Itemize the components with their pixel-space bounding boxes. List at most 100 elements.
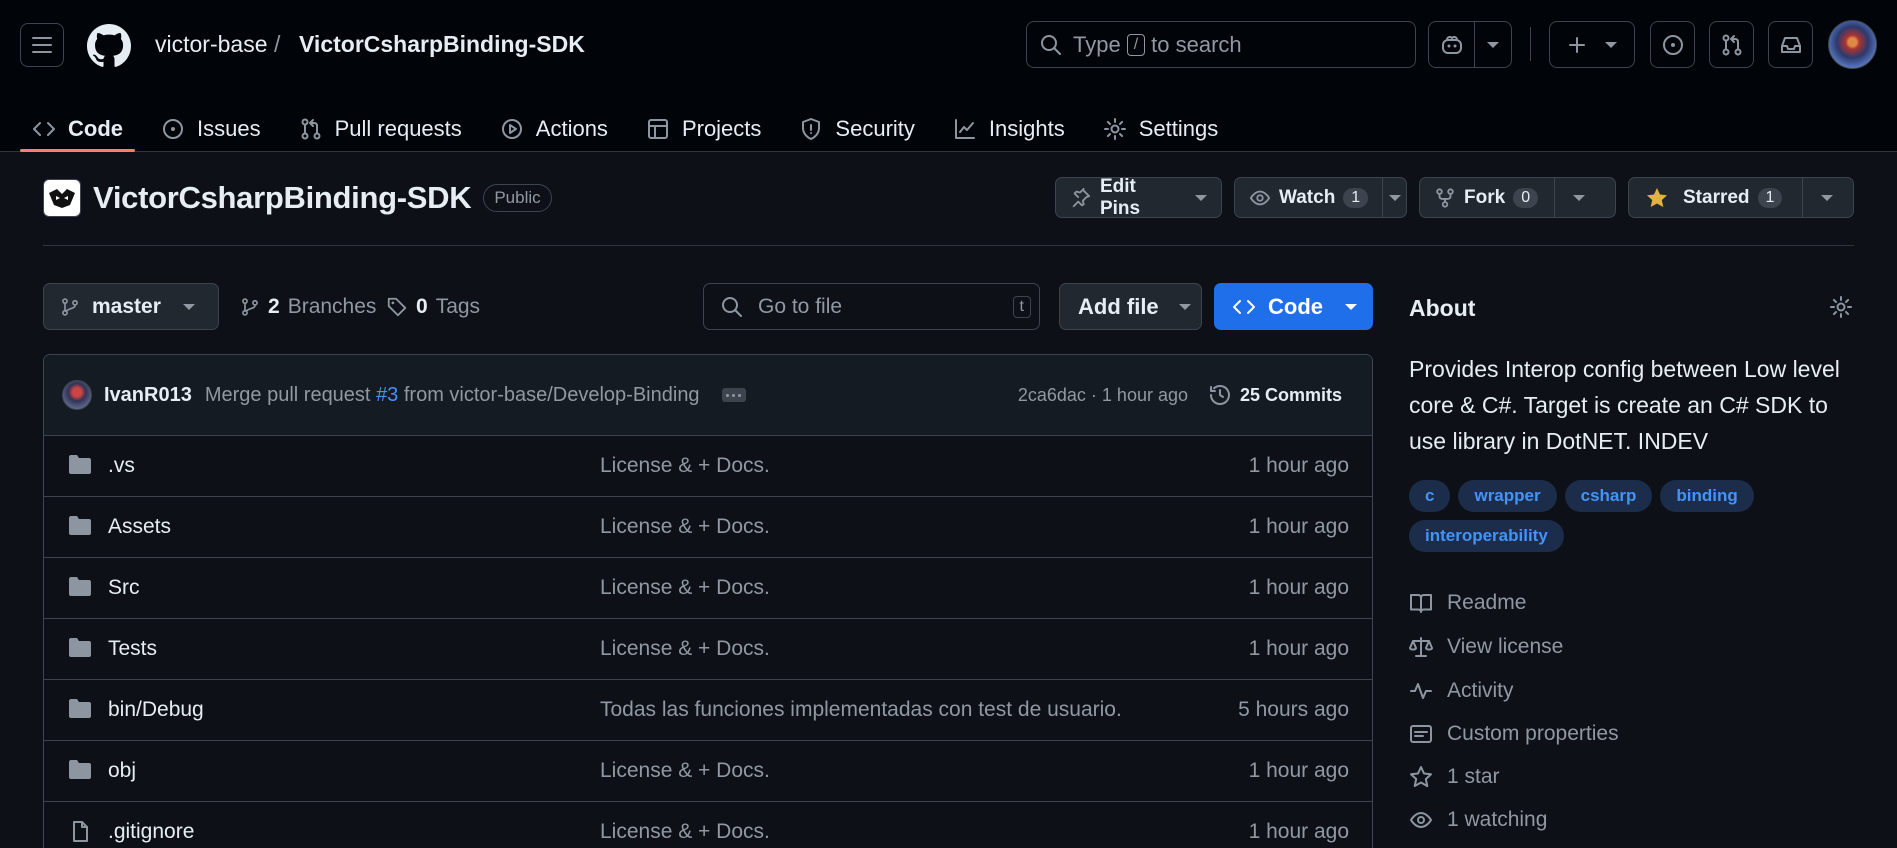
file-row[interactable]: .vs License & + Docs. 1 hour ago	[44, 436, 1372, 497]
tab-actions[interactable]: Actions	[488, 92, 620, 152]
tab-projects[interactable]: Projects	[634, 92, 773, 152]
breadcrumb-owner[interactable]: victor-base	[155, 31, 267, 58]
search-input[interactable]: Type / to search	[1026, 21, 1416, 68]
inbox-button[interactable]	[1768, 21, 1813, 68]
create-new-button[interactable]	[1549, 21, 1635, 68]
commit-message-suffix: from victor-base/Develop-Binding	[403, 383, 700, 406]
file-name[interactable]: Src	[108, 576, 140, 600]
topic-tag[interactable]: wrapper	[1458, 480, 1557, 512]
tab-code[interactable]: Code	[20, 92, 135, 152]
tab-settings[interactable]: Settings	[1091, 92, 1231, 152]
file-commit-message[interactable]: License & + Docs.	[600, 637, 770, 661]
file-row[interactable]: .gitignore License & + Docs. 1 hour ago	[44, 802, 1372, 848]
file-commit-time: 5 hours ago	[1238, 698, 1349, 721]
edit-pins-button[interactable]: Edit Pins	[1055, 176, 1222, 219]
topic-tag[interactable]: interoperability	[1409, 520, 1564, 552]
star-button[interactable]: Starred 1	[1628, 177, 1854, 218]
expand-commit-button[interactable]	[721, 388, 746, 402]
file-commit-message[interactable]: Todas las funciones implementadas con te…	[600, 698, 1122, 722]
user-avatar[interactable]	[1828, 20, 1877, 69]
code-label: Code	[1268, 293, 1323, 319]
add-file-button[interactable]: Add file	[1059, 283, 1202, 330]
file-name[interactable]: bin/Debug	[108, 698, 204, 722]
chevron-down-icon	[182, 303, 195, 310]
chevron-down-icon	[1487, 41, 1499, 48]
header-divider	[1530, 27, 1531, 61]
watch-count: 1	[1343, 187, 1369, 208]
pull-requests-button[interactable]	[1709, 21, 1754, 68]
file-row[interactable]: obj License & + Docs. 1 hour ago	[44, 741, 1372, 802]
link-label: 1 star	[1447, 765, 1500, 788]
fork-dropdown[interactable]	[1554, 178, 1602, 217]
topic-tag[interactable]: binding	[1660, 480, 1754, 512]
link-label: View license	[1447, 635, 1564, 658]
repo-name[interactable]: VictorCsharpBinding-SDK	[93, 180, 472, 216]
history-icon	[1209, 385, 1230, 405]
commit-author[interactable]: IvanR013	[104, 384, 192, 407]
repo-title: VictorCsharpBinding-SDK Public	[43, 179, 552, 217]
watch-dropdown[interactable]	[1382, 178, 1406, 217]
branches-label: Branches	[287, 295, 377, 318]
issues-button[interactable]	[1650, 21, 1695, 68]
copilot-button[interactable]	[1428, 21, 1512, 68]
tab-security[interactable]: Security	[787, 92, 926, 152]
file-commit-message[interactable]: License & + Docs.	[600, 820, 770, 844]
stars-link[interactable]: 1 star	[1409, 765, 1500, 789]
breadcrumb-repo[interactable]: VictorCsharpBinding-SDK	[299, 31, 585, 58]
search-icon	[1041, 34, 1061, 55]
tab-label: Settings	[1138, 116, 1219, 141]
license-link[interactable]: View license	[1409, 635, 1563, 659]
table-icon	[647, 119, 668, 139]
about-settings-button[interactable]	[1829, 295, 1853, 319]
file-name[interactable]: Assets	[108, 515, 171, 539]
repo-owner-avatar[interactable]	[43, 179, 81, 217]
menu-button[interactable]	[20, 23, 64, 67]
custom-properties-link[interactable]: Custom properties	[1409, 722, 1619, 746]
topic-tag[interactable]: csharp	[1564, 480, 1653, 512]
branches-count: 2	[268, 295, 280, 318]
file-row[interactable]: Src License & + Docs. 1 hour ago	[44, 558, 1372, 619]
code-download-button[interactable]: Code	[1214, 283, 1373, 330]
global-header: victor-base / VictorCsharpBinding-SDK Ty…	[0, 0, 1897, 152]
readme-link[interactable]: Readme	[1409, 591, 1526, 615]
star-dropdown[interactable]	[1802, 178, 1850, 217]
tab-pull-requests[interactable]: Pull requests	[287, 92, 474, 152]
add-file-label: Add file	[1078, 293, 1159, 319]
branch-selector[interactable]: master	[43, 283, 219, 330]
topic-tag[interactable]: c	[1409, 480, 1451, 512]
gear-icon	[1830, 296, 1852, 318]
chevron-down-icon	[1388, 194, 1401, 201]
watchers-link[interactable]: 1 watching	[1409, 808, 1547, 832]
commit-message[interactable]: Merge pull request #3 from victor-base/D…	[205, 384, 700, 407]
tab-insights[interactable]: Insights	[941, 92, 1077, 152]
tab-issues[interactable]: Issues	[149, 92, 273, 152]
star-filled-icon	[1647, 187, 1667, 207]
file-commit-message[interactable]: License & + Docs.	[600, 515, 770, 539]
file-commit-message[interactable]: License & + Docs.	[600, 759, 770, 783]
activity-link[interactable]: Activity	[1409, 679, 1514, 703]
commits-link[interactable]: 25 Commits	[1208, 383, 1342, 407]
file-name[interactable]: obj	[108, 759, 136, 783]
watch-button[interactable]: Watch 1	[1234, 177, 1407, 218]
commit-author-avatar[interactable]	[62, 380, 92, 410]
file-name[interactable]: Tests	[108, 637, 157, 661]
commit-sha-time[interactable]: 2ca6dac · 1 hour ago	[1018, 385, 1188, 406]
latest-commit-bar: IvanR013 Merge pull request #3 from vict…	[44, 355, 1372, 436]
file-commit-message[interactable]: License & + Docs.	[600, 576, 770, 600]
tags-link[interactable]: 0 Tags	[386, 295, 480, 319]
tab-label: Issues	[197, 116, 261, 141]
file-name[interactable]: .vs	[108, 454, 135, 478]
fork-button[interactable]: Fork 0	[1419, 177, 1616, 218]
file-commit-time: 1 hour ago	[1248, 576, 1349, 599]
file-commit-message[interactable]: License & + Docs.	[600, 454, 770, 478]
github-logo-icon[interactable]	[87, 24, 131, 68]
file-row[interactable]: bin/Debug Todas las funciones implementa…	[44, 680, 1372, 741]
file-row[interactable]: Assets License & + Docs. 1 hour ago	[44, 497, 1372, 558]
file-name[interactable]: .gitignore	[108, 820, 194, 844]
branches-link[interactable]: 2 Branches	[240, 295, 376, 319]
pull-request-link[interactable]: #3	[376, 384, 398, 406]
branch-icon	[62, 297, 78, 316]
tags-count: 0	[416, 295, 428, 318]
go-to-file-input[interactable]: Go to file t	[703, 283, 1040, 330]
file-row[interactable]: Tests License & + Docs. 1 hour ago	[44, 619, 1372, 680]
